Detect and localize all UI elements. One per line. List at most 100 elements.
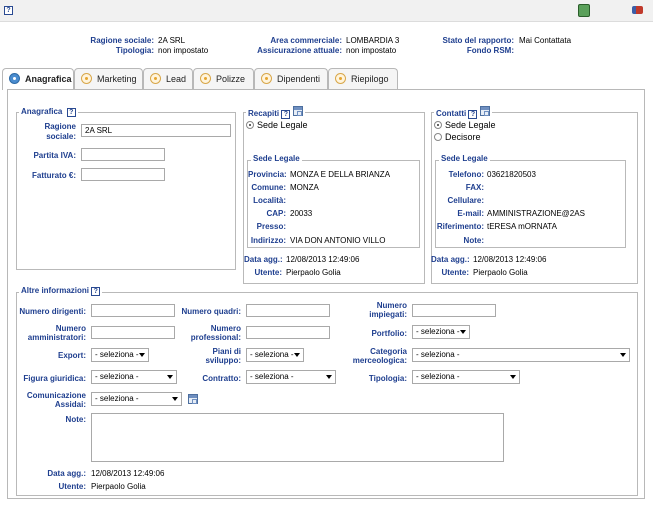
recapiti-radio-sede-legale[interactable]	[246, 121, 254, 129]
comune-value: MONZA	[290, 183, 319, 192]
contratto-select[interactable]: - seleziona -	[246, 370, 336, 384]
provincia-value: MONZA E DELLA BRIANZA	[290, 170, 391, 179]
tab-anagrafica-label: Anagrafica	[25, 74, 72, 84]
categoria-label-1: Categoria	[370, 347, 407, 356]
localita-label: Località:	[253, 196, 286, 205]
recapiti-help-icon[interactable]: ?	[281, 110, 291, 119]
recapiti-data-label: Data agg.:	[244, 255, 283, 264]
quadri-input[interactable]	[246, 304, 330, 317]
professional-input[interactable]	[246, 326, 330, 339]
altre-utente-value: Pierpaolo Golia	[91, 482, 146, 491]
note-textarea[interactable]	[91, 413, 504, 462]
telefono-value: 03621820503	[487, 170, 536, 179]
dirigenti-input[interactable]	[91, 304, 175, 317]
indirizzo-value: VIA DON ANTONIO VILLO	[290, 236, 386, 245]
impiegati-label-1: Numero	[376, 301, 407, 310]
tipologia-select[interactable]: - seleziona -	[412, 370, 520, 384]
altre-data-value: 12/08/2013 12:49:06	[91, 469, 165, 478]
tab-lead[interactable]: Lead	[143, 68, 193, 89]
recapiti-utente-label: Utente:	[254, 268, 282, 277]
tab-riepilogo[interactable]: Riepilogo	[328, 68, 398, 89]
tab-polizze-label: Polizze	[216, 74, 246, 84]
contatti-help-icon[interactable]: ?	[468, 110, 478, 119]
chevron-down-icon	[326, 375, 332, 379]
piani-sviluppo-select[interactable]: - seleziona -	[246, 348, 304, 362]
recapiti-data-value: 12/08/2013 12:49:06	[286, 255, 360, 264]
fax-label: FAX:	[465, 183, 484, 192]
altre-help-icon[interactable]: ?	[91, 287, 101, 296]
categoria-label-2: merceologica:	[352, 356, 407, 365]
fatturato-input[interactable]	[81, 168, 165, 181]
amministratori-input[interactable]	[91, 326, 175, 339]
tab-marketing-icon	[81, 73, 92, 84]
anagrafica-legend: Anagrafica ?	[19, 107, 78, 117]
amministratori-label-2: amministratori:	[27, 333, 86, 342]
contatti-radio-decisore[interactable]	[434, 133, 442, 141]
comunicazione-assidai-select[interactable]: - seleziona -	[91, 392, 182, 406]
header-assicurazione-value: non impostato	[346, 46, 397, 55]
chevron-down-icon	[172, 397, 178, 401]
header-ragione-label: Ragione sociale:	[90, 36, 154, 45]
riferimento-label: Riferimento:	[436, 222, 484, 231]
header-area-label: Area commerciale:	[270, 36, 342, 45]
header-fondo-label: Fondo RSM:	[466, 46, 514, 55]
tab-dipendenti-icon	[261, 73, 272, 84]
altre-legend: Altre informazioni ?	[19, 286, 103, 296]
contatti-note-label: Note:	[463, 236, 484, 245]
export-select[interactable]: - seleziona -	[91, 348, 149, 362]
exit-icon[interactable]	[632, 6, 643, 14]
chevron-down-icon	[294, 353, 300, 357]
recapiti-legend: Recapiti ?	[246, 106, 305, 119]
cellulare-label: Cellulare:	[447, 196, 484, 205]
tab-marketing-label: Marketing	[97, 74, 137, 84]
professional-label-1: Numero	[210, 324, 241, 333]
comunicazione-label-1: Comunicazione	[26, 391, 86, 400]
categoria-merceologica-select[interactable]: - seleziona -	[412, 348, 630, 362]
cap-value: 20033	[290, 209, 313, 218]
comunicazione-grid-icon[interactable]	[188, 394, 198, 404]
partita-iva-input[interactable]	[81, 148, 165, 161]
contatti-radio-sede-legale-label: Sede Legale	[445, 120, 496, 130]
dirigenti-label: Numero dirigenti:	[19, 307, 86, 316]
contatti-sede-legend: Sede Legale	[439, 154, 490, 163]
header-stato-value: Mai Contattata	[519, 36, 572, 45]
portfolio-select[interactable]: - seleziona -	[412, 325, 470, 339]
chevron-down-icon	[167, 375, 173, 379]
help-icon[interactable]: ?	[4, 6, 13, 15]
recapiti-grid-icon[interactable]	[292, 106, 303, 116]
contatti-radio-sede-legale[interactable]	[434, 121, 442, 129]
contatti-data-value: 12/08/2013 12:49:06	[473, 255, 547, 264]
contatti-grid-icon[interactable]	[479, 106, 490, 116]
tipologia-label: Tipologia:	[368, 374, 407, 383]
contatti-radio-decisore-label: Decisore	[445, 132, 481, 142]
tab-marketing[interactable]: Marketing	[74, 68, 143, 89]
impiegati-label-2: impiegati:	[369, 310, 407, 319]
portfolio-label: Portfolio:	[371, 329, 407, 338]
presso-label: Presso:	[256, 222, 286, 231]
tab-polizze[interactable]: Polizze	[193, 68, 254, 89]
tab-riepilogo-label: Riepilogo	[351, 74, 389, 84]
contratto-label: Contratto:	[202, 374, 241, 383]
tab-lead-label: Lead	[166, 74, 187, 84]
contatti-utente-label: Utente:	[441, 268, 469, 277]
chevron-down-icon	[460, 330, 466, 334]
indirizzo-label: Indirizzo:	[250, 236, 286, 245]
anagrafica-piva-label: Partita IVA:	[33, 151, 76, 160]
anagrafica-help-icon[interactable]: ?	[66, 108, 76, 117]
tab-anagrafica[interactable]: Anagrafica	[2, 68, 74, 90]
note-label: Note:	[65, 415, 86, 424]
tab-dipendenti[interactable]: Dipendenti	[254, 68, 328, 89]
figura-giuridica-select[interactable]: - seleziona -	[91, 370, 177, 384]
impiegati-input[interactable]	[412, 304, 496, 317]
tab-polizze-icon	[200, 73, 211, 84]
header-ragione-value: 2A SRL	[158, 36, 186, 45]
email-value: AMMINISTRAZIONE@2AS	[487, 209, 585, 218]
export-label: Export:	[58, 351, 86, 360]
save-icon[interactable]	[578, 4, 590, 17]
chevron-down-icon	[620, 353, 626, 357]
riferimento-value: tERESA mORNATA	[487, 222, 557, 231]
ragione-sociale-input[interactable]: 2A SRL	[81, 124, 231, 137]
email-label: E-mail:	[457, 209, 484, 218]
anagrafica-ragione-label-1: Ragione	[44, 122, 76, 131]
piani-label-2: sviluppo:	[205, 356, 241, 365]
